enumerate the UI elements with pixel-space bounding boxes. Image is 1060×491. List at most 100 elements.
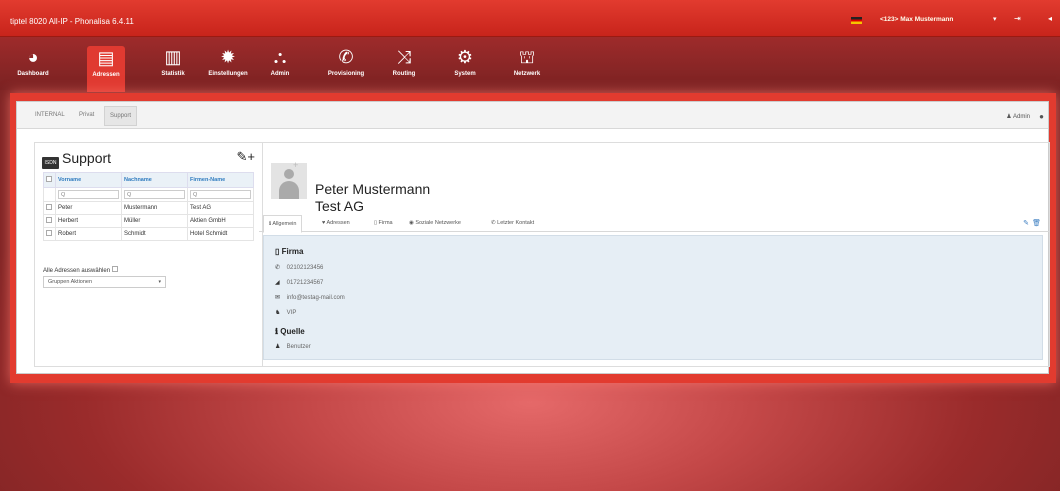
address-list-pane: ISDN Support ✎+ Vorname Nachname Firmen-N… [34,142,263,367]
cell-firmenname[interactable]: Aktien GmbH [187,214,254,228]
select-all-checkbox[interactable] [46,176,52,182]
tab-adressen[interactable]: ♥ Adressen [322,220,350,226]
address-book-icon: ▤ [97,48,115,68]
row-checkbox-cell [43,227,56,241]
address-book-title: ISDN Support [42,150,111,169]
group-actions-select[interactable]: Gruppen Aktionen ▾ [43,276,166,288]
nav-label: Netzwerk [513,71,541,77]
contact-company: Test AG [315,198,365,214]
nav-routing[interactable]: ⤨ Routing [389,45,419,91]
nav-adressen[interactable]: ▤ Adressen [87,46,125,92]
nav-label: Adressen [92,72,120,78]
tab-internal[interactable]: INTERNAL [35,112,65,118]
vip-row: ♞ VIP [275,309,296,316]
contact-tabs: ℹ Allgemein ♥ Adressen ▯ Firma ◉ Soziale… [259,215,1049,233]
users-icon: ⛬ [273,47,287,67]
mobile-value[interactable]: 01721234567 [287,280,324,286]
row-checkbox[interactable] [46,204,52,210]
collapse-icon[interactable]: ◂ [1048,14,1052,23]
chevron-down-icon[interactable]: ▾ [993,15,997,23]
table-row[interactable]: Robert Schmidt Hotel Schmidt [43,227,254,241]
search-cell: Q [187,187,254,202]
section-firma-title: Firma [281,247,304,256]
user-icon: ♟ [275,344,281,350]
tab-letzter-kontakt[interactable]: ✆ Letzter Kontakt [491,220,534,226]
language-flag-icon[interactable] [851,17,862,24]
cell-vorname[interactable]: Robert [55,227,122,241]
source-value: Benutzer [286,344,311,350]
top-bar: tiptel 8020 All-IP - Phonalisa 6.4.11 <1… [0,0,1060,37]
add-contact-button[interactable]: ✎+ [237,149,255,165]
cell-firmenname[interactable]: Test AG [187,201,254,215]
cell-firmenname[interactable]: Hotel Schmidt [187,227,254,241]
section-firma: ▯ Firma [275,247,303,256]
nav-dashboard[interactable]: ◕ Dashboard [16,45,50,91]
shuffle-icon: ⤨ [396,47,412,67]
search-firmenname-input[interactable]: Q [190,190,251,199]
admin-link[interactable]: ♟ Admin [1006,113,1030,120]
nav-label: Routing [392,71,416,77]
search-vorname-input[interactable]: Q [58,190,119,199]
add-photo-icon[interactable]: + [293,160,298,170]
column-header-firmenname[interactable]: Firmen-Name [187,172,254,188]
nav-label: Admin [270,71,290,77]
section-quelle-title: Quelle [280,327,305,336]
search-cell: Q [121,187,188,202]
trash-icon[interactable]: 🗑 [1032,219,1041,227]
cell-vorname[interactable]: Peter [55,201,122,215]
phone-icon: ✆ [338,47,354,67]
phone-value[interactable]: 02102123456 [287,265,324,271]
row-checkbox[interactable] [46,217,52,223]
search-nachname-input[interactable]: Q [124,190,185,199]
main-nav: ◕ Dashboard ▤ Adressen ▥ Statistik ✹ Ein… [0,37,1060,92]
cell-vorname[interactable]: Herbert [55,214,122,228]
info-icon[interactable]: ● [1039,112,1044,121]
users-icon: ♞ [275,310,281,316]
tab-support[interactable]: Support [104,106,138,126]
gear-icon: ✹ [220,47,236,67]
tab-firma[interactable]: ▯ Firma [374,220,393,226]
nav-label: Einstellungen [208,71,248,77]
nav-admin[interactable]: ⛬ Admin [267,45,293,91]
cell-nachname[interactable]: Schmidt [121,227,188,241]
select-all-addresses[interactable]: Alle Adressen auswählen [43,266,118,274]
info-icon: ℹ [275,327,279,336]
user-menu[interactable]: <123> Max Mustermann [880,16,953,23]
column-header-nachname[interactable]: Nachname [121,172,188,188]
network-icon: ⛫ [518,47,536,67]
nav-label: Dashboard [17,71,49,77]
phone-row: ✆ 02102123456 [275,264,323,271]
nav-statistik[interactable]: ▥ Statistik [158,45,188,91]
select-all-addresses-checkbox[interactable] [111,266,118,272]
contact-detail-pane: + Peter Mustermann Test AG ℹ Allgemein ♥… [259,142,1050,367]
edit-icon[interactable]: ✎ [1023,219,1029,227]
row-checkbox-cell [43,201,56,215]
row-checkbox[interactable] [46,230,52,236]
email-value[interactable]: info@testag-mail.com [287,295,345,301]
logout-icon[interactable]: ⇥ [1014,14,1021,23]
tab-allgemein[interactable]: ℹ Allgemein [263,215,303,233]
nav-label: System [454,71,476,77]
address-book-tabs: INTERNAL Privat Support ♟ Admin ● [17,102,1048,129]
envelope-icon: ✉ [275,295,281,301]
table-row[interactable]: Herbert Müller Aktien GmbH [43,214,254,228]
building-icon: ▯ [275,247,280,256]
nav-netzwerk[interactable]: ⛫ Netzwerk [510,45,544,91]
tab-soziale-netzwerke[interactable]: ◉ Soziale Netzwerke [409,220,461,226]
cell-nachname[interactable]: Müller [121,214,188,228]
nav-system[interactable]: ⚙ System [450,45,480,91]
cell-nachname[interactable]: Mustermann [121,201,188,215]
nav-provisioning[interactable]: ✆ Provisioning [322,45,370,91]
source-row: ♟ Benutzer [275,343,311,350]
dashboard-icon: ◕ [27,47,39,67]
email-row: ✉ info@testag-mail.com [275,294,345,301]
tab-privat[interactable]: Privat [79,112,94,118]
group-actions-value: Gruppen Aktionen [48,279,93,285]
chevron-down-icon: ▾ [158,279,161,285]
table-row[interactable]: Peter Mustermann Test AG [43,201,254,215]
column-header-vorname[interactable]: Vorname [55,172,122,188]
bar-chart-icon: ▥ [164,47,182,67]
vip-value: VIP [286,310,297,316]
avatar[interactable] [271,163,307,199]
nav-einstellungen[interactable]: ✹ Einstellungen [204,45,252,91]
